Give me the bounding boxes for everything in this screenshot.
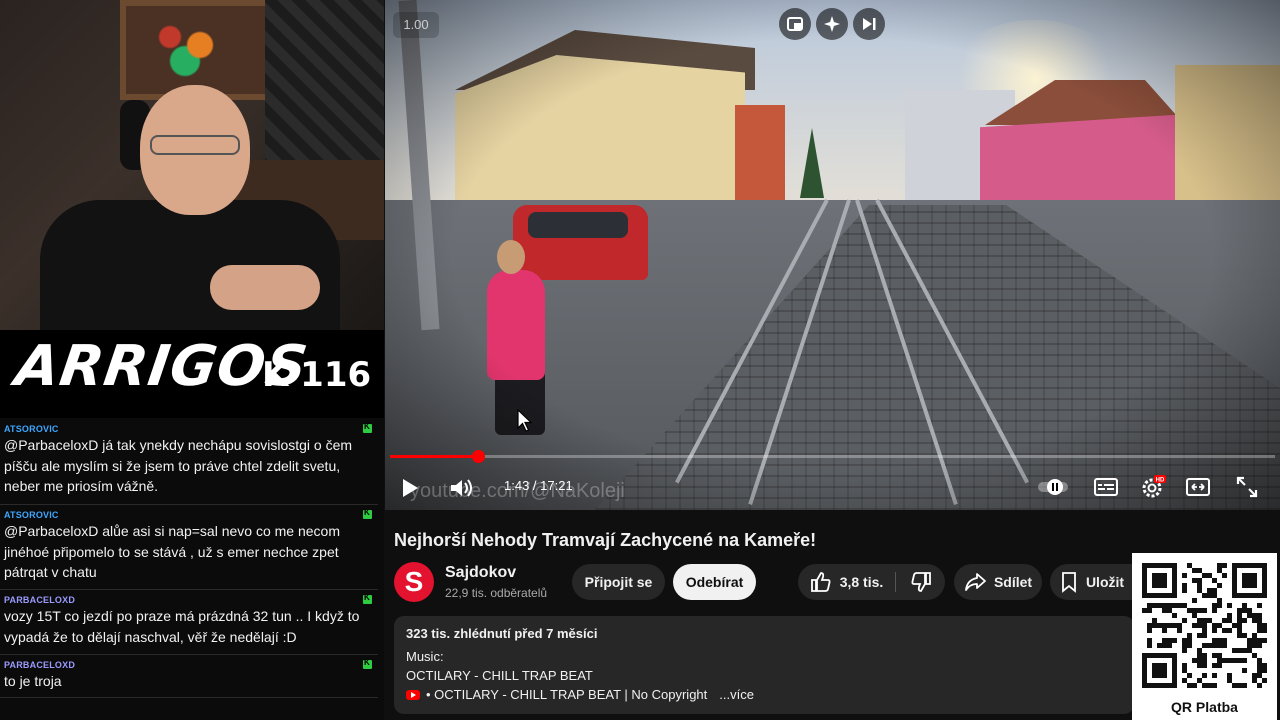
play-icon [403,479,418,497]
skip-next-button[interactable] [853,8,885,40]
time-total: 17:21 [540,478,573,493]
channel-name[interactable]: Sajdokov [445,564,516,582]
chat-text: to je troja [4,673,62,689]
fullscreen-button[interactable] [1233,475,1261,499]
autoplay-icon [1038,479,1068,495]
skip-next-icon [863,18,876,30]
chat-panel: ATSOROVIC @ParbaceloxD já tak ynekdy nec… [0,418,384,720]
show-more-link[interactable]: ...více [719,685,754,705]
share-icon [965,573,986,591]
dislike-button[interactable] [896,564,945,600]
theater-mode-button[interactable] [1183,475,1213,499]
miniplayer-button[interactable] [779,8,811,40]
scene-pedestrian [487,270,545,380]
painting-flowers [140,5,240,85]
chat-message: PARBACELOXD to je troja [0,656,378,698]
qr-payment-box: QR Platba [1132,553,1277,720]
chat-username: ATSOROVIC [4,510,59,520]
music-link[interactable]: • OCTILARY - CHILL TRAP BEAT | No Copyri… [406,685,1122,705]
description-line: OCTILARY - CHILL TRAP BEAT [406,668,593,683]
chat-message: ATSOROVIC @ParbaceloxD alůe asi si nap=s… [0,506,378,590]
fullscreen-icon [1236,476,1258,498]
settings-button[interactable]: HD [1137,473,1169,501]
subtitles-button[interactable] [1091,475,1121,499]
save-button[interactable]: Uložit [1050,564,1134,600]
time-current: 1:43 [504,478,530,493]
sparkle-icon [824,16,840,32]
description-line: Music: [406,649,444,664]
stream-overlay: ARRIGOS K 116 ATSOROVIC @ParbaceloxD já … [0,0,384,720]
music-link-text: • OCTILARY - CHILL TRAP BEAT | No Copyri… [426,687,708,702]
streamer-hand [210,265,320,310]
qr-label: QR Platba [1171,699,1238,715]
autoplay-toggle[interactable] [1035,475,1071,499]
chat-username: ATSOROVIC [4,424,59,434]
platform-badge-icon [363,422,372,433]
glasses [150,135,240,155]
share-button[interactable]: Sdílet [954,564,1042,600]
settings-icon: HD [1142,475,1166,498]
share-label: Sdílet [993,574,1033,590]
description-box[interactable]: 323 tis. zhlédnutí před 7 měsíci Music: … [394,616,1134,714]
subscriber-count: 22,9 tis. odběratelů [445,586,548,600]
view-count-date: 323 tis. zhlédnutí před 7 měsíci [406,626,598,641]
chat-message: ATSOROVIC @ParbaceloxD já tak ynekdy nec… [0,420,378,505]
subtitles-icon [1094,478,1118,496]
mouse-cursor-icon [517,409,533,432]
scene-van-window [528,212,628,238]
chat-text: @ParbaceloxD alůe asi si nap=sal nevo co… [4,523,340,580]
thumbs-up-icon [810,572,831,592]
chat-username: PARBACELOXD [4,660,76,670]
bookmark-icon [1062,572,1076,593]
playback-speed-badge: 1.00 [393,12,439,38]
scene-building [735,105,785,215]
scene-pedestrian-head [497,240,525,274]
play-button[interactable] [397,476,423,500]
progress-bar[interactable] [390,450,1275,463]
like-button[interactable]: 3,8 tis. [798,564,895,600]
webcam-feed [0,0,384,330]
platform-badge-icon [363,593,372,604]
like-count: 3,8 tis. [839,574,884,590]
progress-scrubber[interactable] [471,450,485,463]
volume-button[interactable] [447,476,477,500]
chat-text: @ParbaceloxD já tak ynekdy nechápu sovis… [4,437,353,494]
thumbs-down-icon [911,572,931,592]
brand-number: K 116 [262,355,372,395]
qr-code-icon [1142,563,1267,688]
save-label: Uložit [1085,574,1125,590]
progress-played [390,455,478,458]
volume-icon [451,479,472,497]
subscribe-button[interactable]: Odebírat [673,564,756,600]
join-label: Připojit se [584,574,653,590]
time-display: 1:43 / 17:21 [504,478,573,493]
youtube-logo-icon [406,690,420,700]
sparkle-button[interactable] [816,8,848,40]
subscribe-label: Odebírat [685,574,744,590]
theater-icon [1186,478,1210,496]
chat-message: PARBACELOXD vozy 15T co jezdí po praze m… [0,591,378,655]
like-dislike-group: 3,8 tis. [798,564,945,600]
join-button[interactable]: Připojit se [572,564,665,600]
chat-username: PARBACELOXD [4,595,76,605]
video-player[interactable]: youtube.com/@NaKoleji 1.00 1:43 / 17:21 … [385,0,1280,510]
chat-text: vozy 15T co jezdí po praze má prázdná 32… [4,608,360,645]
channel-avatar[interactable]: S [394,562,434,602]
platform-badge-icon [363,658,372,669]
platform-badge-icon [363,508,372,519]
miniplayer-icon [787,17,803,31]
hd-badge: HD [1156,478,1165,484]
video-title: Nejhorší Nehody Tramvají Zachycené na Ka… [394,530,817,550]
